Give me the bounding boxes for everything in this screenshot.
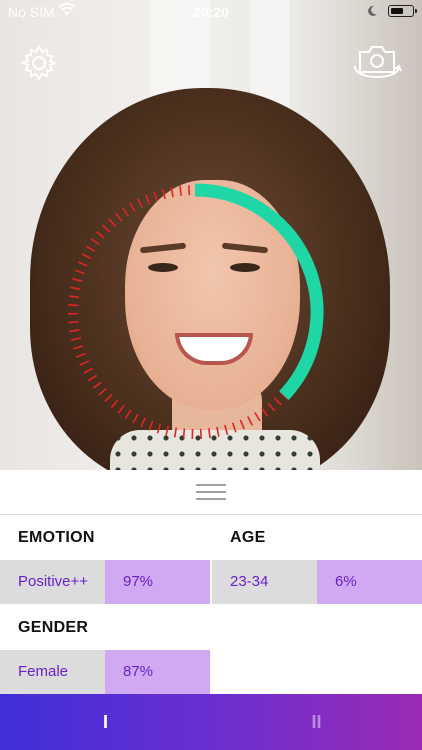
settings-button[interactable] (20, 44, 58, 82)
gauge-tick (239, 419, 245, 430)
gauge-tick (72, 277, 83, 283)
gauge-tick (108, 218, 117, 227)
gauge-tick (110, 399, 119, 409)
gauge-tick (69, 329, 80, 333)
gauge-tick (90, 238, 100, 246)
battery-tip (415, 9, 417, 13)
gauge-tick (92, 381, 102, 389)
gauge-tick (129, 202, 136, 212)
gauge-tick (182, 428, 186, 439)
handle-line (196, 498, 226, 500)
gear-icon (20, 45, 58, 81)
status-bar: No SIM 20:20 (0, 0, 422, 24)
gauge-tick (161, 189, 166, 200)
gauge-tick (247, 416, 253, 426)
gauge-tick (179, 185, 182, 196)
gauge-tick (117, 404, 125, 414)
switch-camera-button[interactable] (352, 42, 402, 80)
gauge-tick (124, 409, 132, 419)
gauge-tick (208, 428, 211, 439)
gauge-tick (170, 187, 174, 198)
emotion-title: EMOTION (18, 529, 95, 546)
gauge-tick (74, 269, 85, 275)
gauge-tick (173, 427, 178, 438)
gauge-tick (216, 426, 220, 437)
age-label: 23-34 (212, 560, 317, 604)
battery-level (390, 7, 403, 14)
gauge-tick (153, 191, 159, 202)
clock: 20:20 (193, 4, 229, 20)
gender-label: Female (0, 650, 105, 694)
gender-title: GENDER (18, 619, 89, 636)
gauge-tick (79, 360, 90, 366)
gauge-tick (77, 261, 88, 267)
gauge-tick (75, 352, 86, 358)
bottom-tab-bar: I II (0, 694, 422, 750)
age-value: 6% (317, 560, 422, 604)
gauge-tick (68, 295, 80, 299)
emotion-value: 97% (105, 560, 210, 604)
gauge-tick (101, 224, 111, 233)
tab-two[interactable]: II (211, 694, 422, 750)
gauge-tick (96, 231, 105, 239)
gauge-tick (87, 374, 98, 382)
gauge-tick (85, 245, 96, 253)
gauge-tick (121, 207, 129, 217)
gauge-tick (254, 412, 261, 422)
gauge-tick (156, 423, 162, 434)
handle-line (196, 491, 226, 493)
gauge-tick (132, 413, 139, 424)
gauge-positive-arc (194, 183, 324, 400)
gauge-tick (140, 417, 146, 428)
gauge-tick (273, 397, 282, 406)
gauge-tick (81, 253, 92, 260)
gauge-tick (137, 198, 143, 208)
battery-icon (388, 5, 417, 17)
gauge-tick (165, 425, 170, 436)
gender-value: 87% (105, 650, 210, 694)
camera-preview (0, 0, 422, 470)
gauge-tick (145, 194, 151, 205)
do-not-disturb-icon (366, 4, 378, 20)
gauge-tick (231, 422, 237, 433)
gauge-tick (70, 286, 81, 291)
gauge-tick (98, 387, 107, 396)
results-drawer-handle[interactable] (0, 470, 422, 515)
emotion-label: Positive++ (0, 560, 105, 604)
gauge-tick (261, 407, 269, 417)
handle-line (196, 484, 226, 486)
gauge-tick (68, 304, 79, 307)
tab-one[interactable]: I (0, 694, 211, 750)
gauge-tick (224, 424, 229, 435)
gauge-tick (114, 212, 123, 222)
gauge-tick (68, 320, 79, 324)
gauge-tick (148, 420, 154, 431)
gauge-tick-ring (68, 185, 289, 439)
camera-switch-icon (354, 46, 402, 79)
gauge-tick (70, 337, 82, 341)
gauge-tick (267, 402, 276, 412)
gauge-tick (73, 345, 84, 350)
gauge-tick (104, 393, 113, 403)
age-title: AGE (230, 529, 266, 546)
gauge-tick (83, 367, 93, 374)
